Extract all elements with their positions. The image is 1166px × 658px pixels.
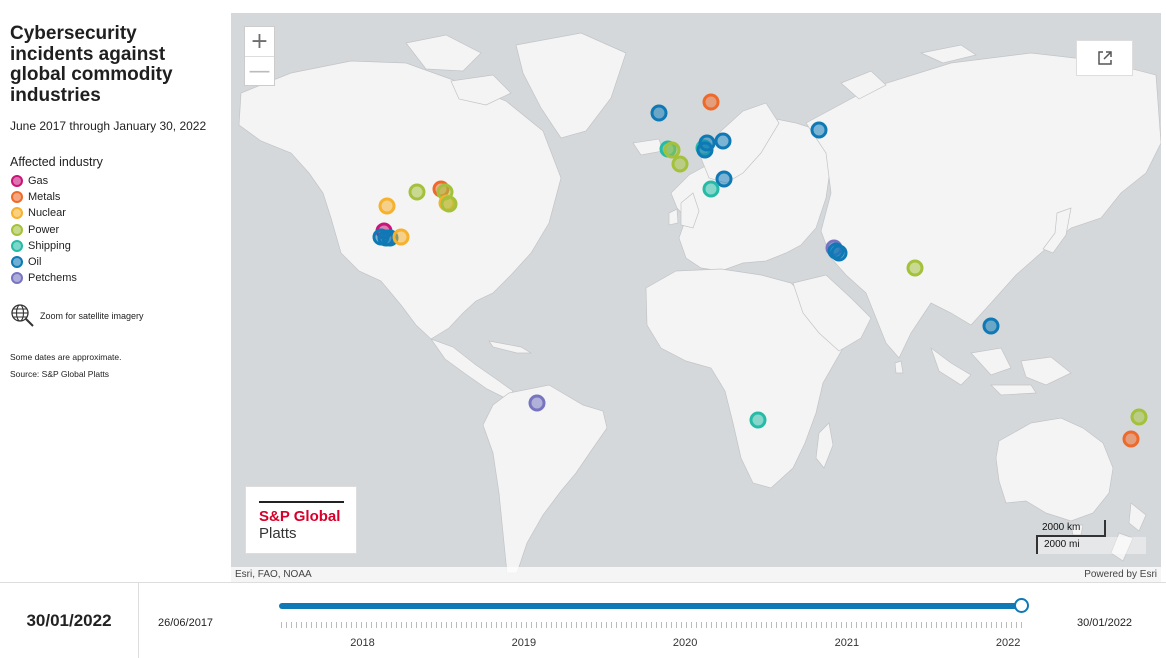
logo-rule [259,501,344,503]
slider-track[interactable] [279,603,1021,609]
external-link-icon [1097,51,1112,65]
legend-item-oil: Oil [10,254,231,270]
logo-sp-global: S&P Global [259,508,341,525]
incident-marker-power[interactable] [408,183,426,201]
powered-by-esri[interactable]: Powered by Esri [1084,569,1157,580]
incident-marker-oil[interactable] [830,244,848,261]
scale-mi: 2000 mi [1036,537,1146,554]
world-map[interactable]: + — S&P Global Platts 2000 km 2000 mi [231,13,1161,582]
incident-marker-power[interactable] [906,259,924,277]
expand-button[interactable] [1076,40,1133,76]
year-label: 2019 [511,637,537,649]
legend-label: Gas [28,175,49,188]
legend-item-petchems: Petchems [10,270,231,286]
map-attribution: Esri, FAO, NOAA Powered by Esri [231,567,1161,582]
basemap [238,32,1161,574]
notes: Some dates are approximate. Source: S&P … [10,349,231,383]
source-note: Source: S&P Global Platts [10,369,110,380]
date-range-subtitle: June 2017 through January 30, 2022 [10,119,207,133]
slider-handle[interactable] [1014,598,1029,613]
globe-zoom-icon [11,304,34,328]
attribution-sources: Esri, FAO, NOAA [235,569,312,580]
year-label: 2020 [672,637,698,649]
zoom-in-button[interactable]: + [245,27,274,56]
approx-dates-note: Some dates are approximate. [10,352,122,363]
legend-label: Nuclear [28,207,66,220]
sidebar: Cybersecurity incidents against global c… [0,0,231,582]
legend-item-metals: Metals [10,189,231,205]
legend-label: Power [28,223,60,236]
gas-marker-icon [11,175,23,188]
legend-label: Petchems [28,272,77,285]
incident-marker-power[interactable] [440,195,458,213]
slider-ticks [281,622,1023,628]
scale-km: 2000 km [1036,520,1106,537]
incident-marker-oil[interactable] [714,132,732,150]
time-slider: 30/01/2022 26/06/2017 2018 2019 2020 2021 20… [0,582,1166,658]
start-date-label: 26/06/2017 [158,617,214,629]
incident-marker-shipping[interactable] [702,180,720,198]
legend-label: Shipping [28,239,71,252]
zoom-hint-label: Zoom for satellite imagery [40,311,144,322]
year-label: 2021 [834,637,860,649]
incident-marker-oil[interactable] [696,141,714,159]
zoom-control: + — [244,26,275,86]
legend-label: Metals [28,191,61,204]
power-marker-icon [11,223,23,236]
incident-marker-oil[interactable] [982,317,1000,335]
logo-platts: Platts [259,525,297,542]
incident-marker-petchems[interactable] [528,394,546,412]
legend-item-power: Power [10,222,231,238]
incident-marker-power[interactable] [671,155,689,173]
legend: Gas Metals Nuclear Power Shipping Oil Pe… [10,173,231,286]
petchems-marker-icon [11,272,23,285]
nuclear-marker-icon [11,207,23,220]
year-label: 2018 [350,637,375,649]
end-date-label: 30/01/2022 [1077,617,1133,629]
legend-item-shipping: Shipping [10,238,231,254]
zoom-hint: Zoom for satellite imagery [10,303,231,329]
shipping-marker-icon [11,239,23,252]
incident-marker-nuclear[interactable] [378,197,396,215]
incident-marker-oil[interactable] [810,121,828,139]
incident-marker-shipping[interactable] [749,411,767,429]
current-date: 30/01/2022 [0,583,139,658]
year-label: 2022 [995,637,1021,649]
legend-item-nuclear: Nuclear [10,205,231,221]
metals-marker-icon [11,191,23,204]
oil-marker-icon [11,256,23,269]
incident-marker-metals[interactable] [702,93,720,111]
zoom-out-button[interactable]: — [245,56,274,85]
incident-marker-metals[interactable] [1122,430,1140,448]
legend-title: Affected industry [10,155,103,169]
scale-bar: 2000 km 2000 mi [1036,520,1146,554]
map-title: Cybersecurity incidents against global c… [10,23,173,106]
incident-marker-oil[interactable] [650,104,668,122]
legend-label: Oil [28,256,42,269]
incident-marker-nuclear[interactable] [392,228,410,246]
incident-marker-power[interactable] [1130,408,1148,426]
sp-global-platts-logo: S&P Global Platts [245,486,357,554]
legend-item-gas: Gas [10,173,231,189]
